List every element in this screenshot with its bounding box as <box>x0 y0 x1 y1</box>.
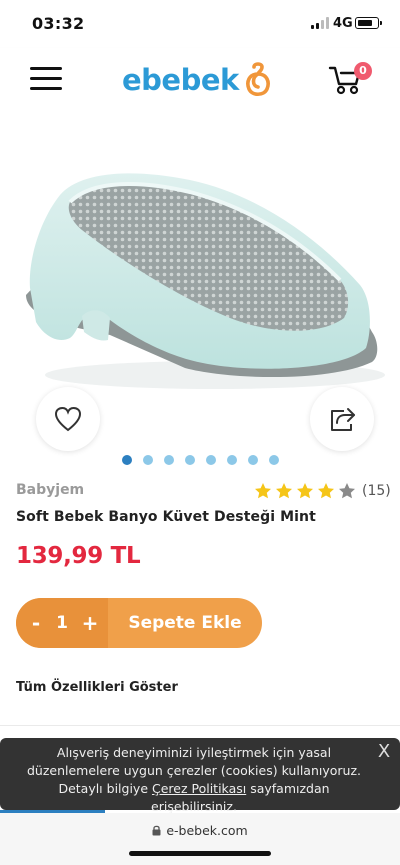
product-title: Soft Bebek Banyo Küvet Desteği Mint <box>16 509 316 525</box>
favorite-button[interactable] <box>36 387 100 451</box>
share-button[interactable] <box>310 387 374 451</box>
share-icon <box>331 408 355 431</box>
star-filled-icon <box>255 483 271 499</box>
product-brand[interactable]: Babyjem <box>16 482 84 498</box>
lock-icon <box>152 825 161 836</box>
quantity-decrease-button[interactable]: - <box>24 598 48 648</box>
status-bar: 03:32 4G <box>0 0 400 48</box>
cookie-policy-link[interactable]: Çerez Politikası <box>152 781 246 796</box>
star-filled-icon <box>318 483 334 499</box>
carousel-dot[interactable] <box>184 455 195 465</box>
cookie-banner: Alışveriş deneyiminizi iyileştirmek için… <box>0 738 400 814</box>
carousel-dot[interactable] <box>163 455 174 465</box>
product-rating[interactable]: (15) <box>254 482 391 500</box>
carousel-dot[interactable] <box>142 455 153 465</box>
product-price: 139,99 TL <box>16 543 141 569</box>
network-label: 4G <box>333 16 353 31</box>
logo-mark-icon <box>245 62 270 97</box>
carousel-indicators <box>0 455 400 467</box>
star-filled-icon <box>297 483 313 499</box>
home-indicator[interactable] <box>129 851 271 856</box>
url-display[interactable]: e-bebek.com <box>0 823 400 838</box>
site-logo[interactable]: ebebek <box>122 60 275 100</box>
quantity-value[interactable]: 1 <box>50 598 74 648</box>
quantity-stepper: - 1 + <box>16 598 108 648</box>
star-filled-icon <box>276 483 292 499</box>
heart-icon <box>54 406 82 432</box>
hamburger-menu-icon[interactable] <box>30 67 62 91</box>
site-header: ebebek 0 <box>0 48 400 110</box>
star-empty-icon <box>339 483 355 499</box>
quantity-increase-button[interactable]: + <box>78 598 102 648</box>
carousel-dot[interactable] <box>226 455 237 465</box>
cookie-close-button[interactable]: X <box>376 742 392 762</box>
browser-url-bar[interactable]: e-bebek.com <box>0 813 400 865</box>
carousel-dot[interactable] <box>121 455 132 465</box>
rating-count: (15) <box>362 483 391 499</box>
logo-text: ebebek <box>122 63 239 97</box>
all-features-link[interactable]: Tüm Özellikleri Göster <box>16 680 178 695</box>
add-to-cart-button[interactable]: Sepete Ekle <box>108 598 262 648</box>
add-to-cart-bar: - 1 + Sepete Ekle <box>16 598 262 648</box>
carousel-dot[interactable] <box>268 455 279 465</box>
carousel-dot[interactable] <box>205 455 216 465</box>
url-text: e-bebek.com <box>166 823 248 838</box>
status-time: 03:32 <box>32 14 85 33</box>
divider <box>0 725 400 726</box>
battery-icon <box>355 17 382 29</box>
rating-stars <box>254 482 359 500</box>
signal-icon <box>311 17 329 29</box>
cart-count-badge: 0 <box>354 62 372 80</box>
carousel-dot[interactable] <box>247 455 258 465</box>
page: 03:32 4G ebebek 0 Babyjem (15) Soft Bebe… <box>0 0 400 865</box>
